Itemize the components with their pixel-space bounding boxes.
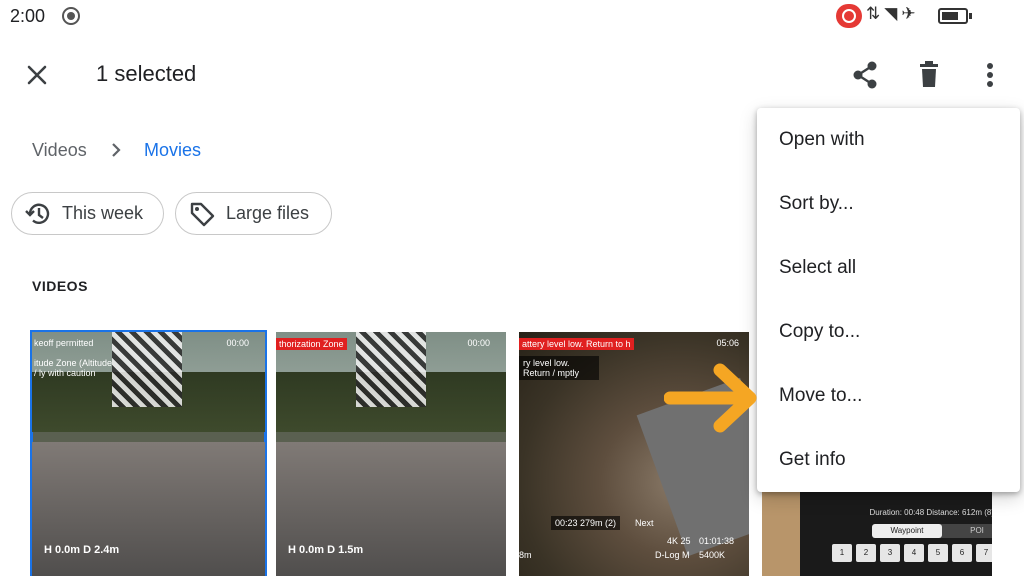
selection-title: 1 selected (96, 61, 197, 86)
filter-chip-large-files[interactable]: Large files (175, 192, 332, 235)
menu-item-get-info[interactable]: Get info (757, 428, 1020, 492)
status-bar: 2:00 ⇅◥✈ (0, 0, 1024, 34)
restricted-zone-overlay (356, 332, 426, 407)
menu-item-copy-to[interactable]: Copy to... (757, 300, 1020, 364)
share-icon (853, 61, 877, 89)
waypoint-info: Duration: 00:48 Distance: 612m (8) (869, 508, 992, 517)
osd-timer: 00:00 (467, 338, 490, 348)
osd-rec-time: 01:01:38 (699, 536, 735, 546)
overflow-menu: Open with Sort by... Select all Copy to.… (757, 108, 1020, 492)
video-thumbnail-1[interactable]: keoff permitted itude Zone (Altitude / l… (30, 330, 267, 576)
osd-timer: 00:00 (226, 338, 249, 348)
trash-icon (920, 61, 938, 87)
more-options-button[interactable] (976, 58, 1004, 92)
tab-waypoint: Waypoint (872, 524, 942, 538)
waypoint-tabs: Waypoint POI (872, 524, 992, 538)
delete-button[interactable] (912, 58, 946, 92)
osd-speed: 8m (519, 550, 532, 560)
status-time: 2:00 (10, 6, 46, 26)
close-icon (27, 65, 47, 85)
menu-item-select-all[interactable]: Select all (757, 236, 1020, 300)
menu-item-sort-by[interactable]: Sort by... (757, 172, 1020, 236)
section-heading-videos: VIDEOS (32, 278, 88, 294)
osd-zone-text: itude Zone (Altitude / ly with caution (34, 358, 113, 378)
waypoint-key: 1 (832, 544, 852, 562)
close-selection-button[interactable] (22, 60, 52, 90)
waypoint-key: 2 (856, 544, 876, 562)
breadcrumb-movies[interactable]: Movies (144, 140, 201, 161)
osd-readout: H 0.0m D 1.5m (288, 544, 364, 556)
waypoint-key: 4 (904, 544, 924, 562)
breadcrumb-videos[interactable]: Videos (32, 140, 87, 161)
osd-readout: H 0.0m D 2.4m (44, 544, 120, 556)
filter-chip-this-week[interactable]: This week (11, 192, 164, 235)
screen-record-icon (62, 7, 80, 25)
osd-white-balance: 5400K (699, 550, 726, 560)
waypoint-key: 7 (976, 544, 992, 562)
menu-item-move-to[interactable]: Move to... (757, 364, 1020, 428)
chevron-right-icon (112, 143, 121, 157)
osd-warning: thorization Zone (276, 338, 347, 350)
osd-resolution: 4K 25 (667, 536, 691, 546)
arrow-right-icon (664, 363, 757, 433)
tag-icon (190, 202, 215, 226)
menu-item-open-with[interactable]: Open with (757, 108, 1020, 172)
osd-timer: 05:06 (716, 338, 739, 348)
waypoint-keys: 1 2 3 4 5 6 7 (832, 544, 992, 562)
waypoint-key: 3 (880, 544, 900, 562)
cast-icon (836, 4, 862, 28)
waypoint-key: 6 (952, 544, 972, 562)
battery-icon (938, 8, 972, 24)
signal-wifi-airplane-icons: ⇅◥✈ (866, 4, 920, 23)
waypoint-panel: Duration: 00:48 Distance: 612m (8) Waypo… (792, 502, 992, 576)
chip-label: This week (62, 203, 144, 223)
waypoint-key: 5 (928, 544, 948, 562)
osd-color-profile: D-Log M (655, 550, 690, 560)
osd-warning: keoff permitted (34, 338, 94, 348)
osd-distance-chip: 00:23 279m (2) (551, 516, 621, 530)
video-thumbnail-2[interactable]: thorization Zone 00:00 H 0.0m D 1.5m (276, 332, 506, 576)
more-vert-icon (987, 63, 993, 87)
tab-poi: POI (970, 526, 984, 535)
chip-label: Large files (226, 203, 310, 223)
history-icon (25, 203, 50, 224)
share-button[interactable] (848, 58, 882, 92)
osd-next: Next (635, 518, 654, 528)
osd-warning: attery level low. Return to h (519, 338, 634, 350)
osd-battery-text: ry level low. Return / mptly (519, 356, 599, 380)
restricted-zone-overlay (112, 332, 182, 407)
